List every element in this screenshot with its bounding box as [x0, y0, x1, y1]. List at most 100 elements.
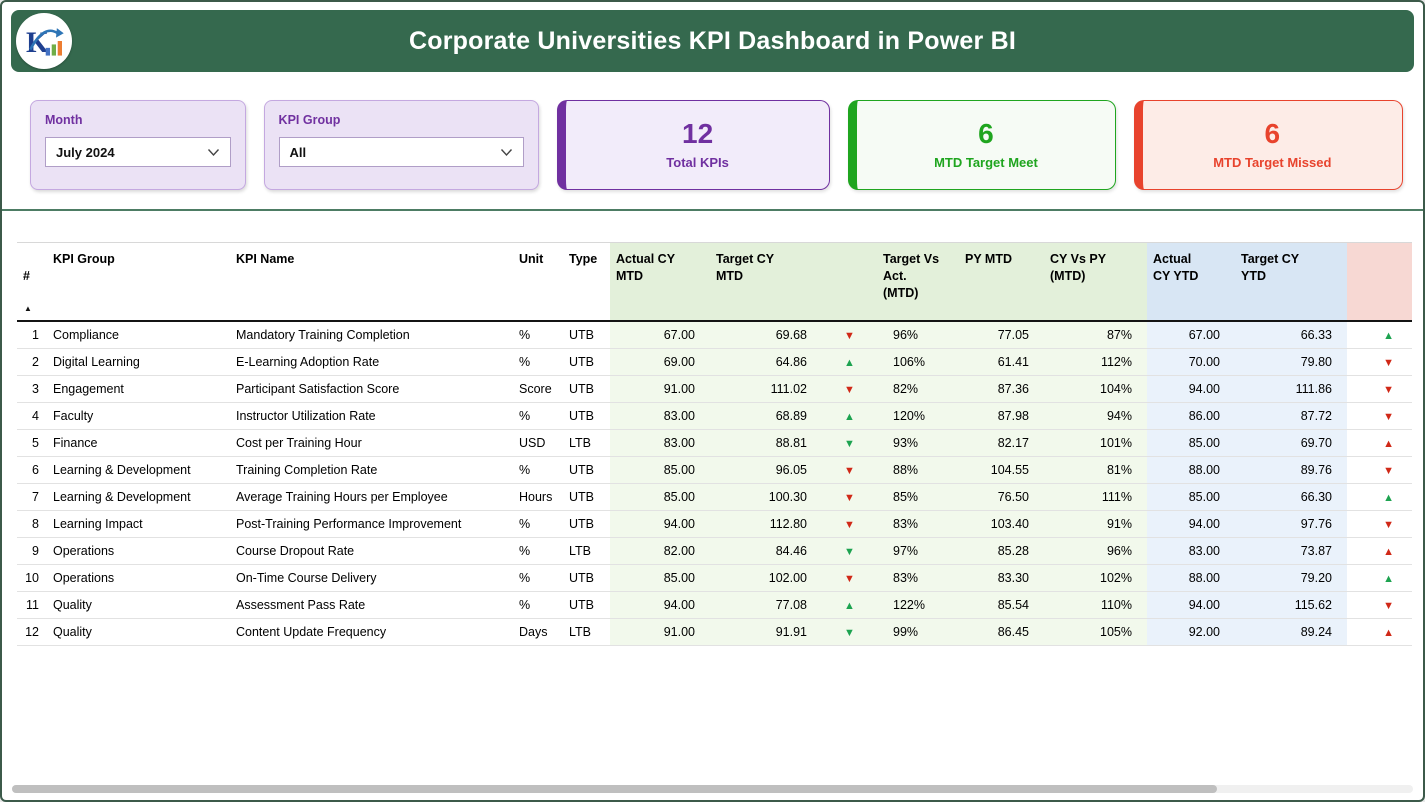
- table-row: 11QualityAssessment Pass Rate%UTB94.0077…: [17, 591, 1412, 618]
- target-cy-mtd-cell: 69.68: [710, 321, 822, 349]
- actual-cy-mtd-cell: 91.00: [610, 618, 710, 645]
- trend-down-icon: ▼: [844, 546, 855, 558]
- mtd-indicator-cell: ▼: [822, 537, 877, 564]
- type-cell: UTB: [563, 591, 610, 618]
- filters-row: Month July 2024 KPI Group All 12 Total K…: [30, 100, 1403, 190]
- trend-up-icon: ▲: [1383, 330, 1394, 342]
- type-cell: UTB: [563, 564, 610, 591]
- kpi-group-cell: Finance: [47, 429, 230, 456]
- col-header-unit[interactable]: Unit: [513, 243, 563, 321]
- kpi-group-cell: Operations: [47, 537, 230, 564]
- actual-cy-ytd-cell: 85.00: [1147, 483, 1235, 510]
- trend-down-icon: ▼: [844, 438, 855, 450]
- ytd-indicator-cell: ▼: [1347, 510, 1412, 537]
- trend-up-icon: ▲: [1383, 438, 1394, 450]
- col-header-type[interactable]: Type: [563, 243, 610, 321]
- target-cy-mtd-cell: 91.91: [710, 618, 822, 645]
- ytd-indicator-cell: ▲: [1347, 537, 1412, 564]
- kpi-group-cell: Quality: [47, 591, 230, 618]
- col-header-kpi-name[interactable]: KPI Name: [230, 243, 513, 321]
- table-row: 3EngagementParticipant Satisfaction Scor…: [17, 375, 1412, 402]
- col-header-target-cy-ytd[interactable]: Target CY YTD: [1235, 243, 1347, 321]
- row-number-cell: 9: [17, 537, 47, 564]
- unit-cell: %: [513, 321, 563, 349]
- cy-vs-py-cell: 104%: [1044, 375, 1147, 402]
- horizontal-scrollbar-thumb[interactable]: [12, 785, 1217, 793]
- kpi-name-cell: Participant Satisfaction Score: [230, 375, 513, 402]
- py-mtd-cell: 85.28: [959, 537, 1044, 564]
- trend-up-icon: ▲: [844, 600, 855, 612]
- kpi-name-cell: Course Dropout Rate: [230, 537, 513, 564]
- kpi-group-cell: Learning & Development: [47, 483, 230, 510]
- horizontal-scrollbar-track[interactable]: [12, 785, 1413, 793]
- actual-cy-ytd-cell: 70.00: [1147, 348, 1235, 375]
- kpi-group-cell: Faculty: [47, 402, 230, 429]
- type-cell: LTB: [563, 429, 610, 456]
- trend-down-icon: ▼: [1383, 357, 1394, 369]
- actual-cy-ytd-cell: 85.00: [1147, 429, 1235, 456]
- type-cell: UTB: [563, 348, 610, 375]
- table-row: 10OperationsOn-Time Course Delivery%UTB8…: [17, 564, 1412, 591]
- col-header-target-cy-mtd[interactable]: Target CY MTD: [710, 243, 822, 321]
- kpi-name-cell: Content Update Frequency: [230, 618, 513, 645]
- col-header-ytd-indicator[interactable]: [1347, 243, 1412, 321]
- unit-cell: %: [513, 402, 563, 429]
- col-header-kpi-group[interactable]: KPI Group: [47, 243, 230, 321]
- actual-cy-ytd-cell: 88.00: [1147, 456, 1235, 483]
- target-cy-mtd-cell: 112.80: [710, 510, 822, 537]
- actual-cy-ytd-cell: 94.00: [1147, 375, 1235, 402]
- trend-down-icon: ▼: [1383, 465, 1394, 477]
- py-mtd-cell: 61.41: [959, 348, 1044, 375]
- trend-up-icon: ▲: [1383, 573, 1394, 585]
- kpi-logo-icon: K: [20, 17, 68, 65]
- col-header-mtd-indicator[interactable]: [822, 243, 877, 321]
- row-number-cell: 5: [17, 429, 47, 456]
- month-dropdown-value: July 2024: [56, 145, 115, 160]
- col-header-cy-vs-py[interactable]: CY Vs PY (MTD): [1044, 243, 1147, 321]
- total-kpis-value: 12: [682, 120, 713, 148]
- cy-vs-py-cell: 91%: [1044, 510, 1147, 537]
- type-cell: UTB: [563, 402, 610, 429]
- cy-vs-py-cell: 94%: [1044, 402, 1147, 429]
- type-cell: LTB: [563, 618, 610, 645]
- cy-vs-py-cell: 81%: [1044, 456, 1147, 483]
- target-vs-act-cell: 99%: [877, 618, 959, 645]
- py-mtd-cell: 77.05: [959, 321, 1044, 349]
- mtd-indicator-cell: ▲: [822, 348, 877, 375]
- target-vs-act-cell: 106%: [877, 348, 959, 375]
- target-vs-act-cell: 97%: [877, 537, 959, 564]
- col-header-num[interactable]: # ▲: [17, 243, 47, 321]
- table-row: 8Learning ImpactPost-Training Performanc…: [17, 510, 1412, 537]
- month-dropdown[interactable]: July 2024: [45, 137, 231, 167]
- actual-cy-mtd-cell: 83.00: [610, 402, 710, 429]
- target-vs-act-cell: 93%: [877, 429, 959, 456]
- kpi-group-dropdown-value: All: [290, 145, 307, 160]
- col-header-actual-cy-ytd[interactable]: Actual CY YTD: [1147, 243, 1235, 321]
- kpi-group-dropdown[interactable]: All: [279, 137, 524, 167]
- trend-down-icon: ▼: [1383, 600, 1394, 612]
- trend-down-icon: ▼: [844, 465, 855, 477]
- target-cy-ytd-cell: 111.86: [1235, 375, 1347, 402]
- ytd-indicator-cell: ▼: [1347, 375, 1412, 402]
- kpi-table-body: 1ComplianceMandatory Training Completion…: [17, 321, 1412, 646]
- cy-vs-py-cell: 102%: [1044, 564, 1147, 591]
- col-header-actual-cy-mtd[interactable]: Actual CY MTD: [610, 243, 710, 321]
- cy-vs-py-cell: 110%: [1044, 591, 1147, 618]
- ytd-indicator-cell: ▲: [1347, 564, 1412, 591]
- ytd-indicator-cell: ▲: [1347, 429, 1412, 456]
- row-number-cell: 1: [17, 321, 47, 349]
- ytd-indicator-cell: ▼: [1347, 402, 1412, 429]
- chevron-down-icon: [207, 148, 220, 157]
- ytd-indicator-cell: ▲: [1347, 321, 1412, 349]
- col-header-py-mtd[interactable]: PY MTD: [959, 243, 1044, 321]
- section-divider: [2, 209, 1423, 211]
- unit-cell: Hours: [513, 483, 563, 510]
- py-mtd-cell: 83.30: [959, 564, 1044, 591]
- mtd-indicator-cell: ▲: [822, 591, 877, 618]
- actual-cy-ytd-cell: 94.00: [1147, 510, 1235, 537]
- actual-cy-mtd-cell: 83.00: [610, 429, 710, 456]
- target-cy-ytd-cell: 69.70: [1235, 429, 1347, 456]
- py-mtd-cell: 76.50: [959, 483, 1044, 510]
- col-header-target-vs-act[interactable]: Target Vs Act. (MTD): [877, 243, 959, 321]
- row-number-cell: 4: [17, 402, 47, 429]
